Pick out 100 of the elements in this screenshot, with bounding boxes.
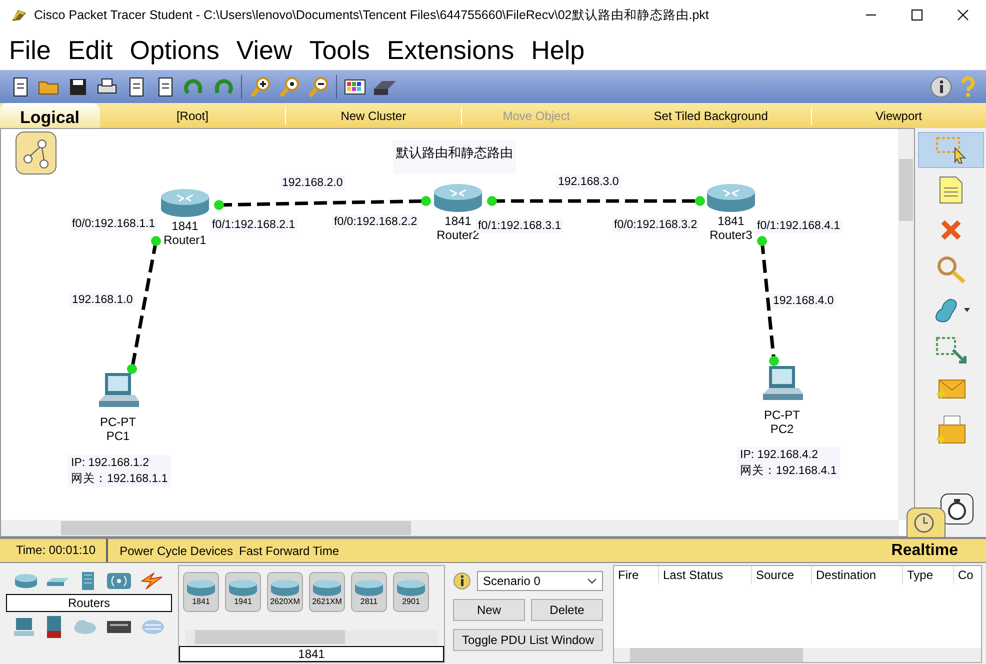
link-status-dot xyxy=(151,236,161,246)
network-label: f0/0:192.168.1.1 xyxy=(70,217,158,231)
select-tool-icon xyxy=(934,136,966,164)
column-header[interactable]: Fire xyxy=(614,566,659,584)
router-model-tile[interactable]: 1941 xyxy=(225,572,261,612)
device-model: 1841 xyxy=(444,214,472,228)
gateway-text: 网关：192.168.1.1 xyxy=(71,472,168,487)
selected-model-label: 1841 xyxy=(179,646,444,662)
clock-icon[interactable] xyxy=(906,507,946,539)
window-title: Cisco Packet Tracer Student - C:\Users\lenovo\Documents\Tencent Files\644755660\FileRecv\02默认路由和静态路由.pkt xyxy=(34,6,709,24)
menu-item[interactable]: Extensions xyxy=(386,34,514,66)
horizontal-scrollbar[interactable] xyxy=(185,630,438,644)
magnifier-icon xyxy=(934,255,966,285)
select-tool[interactable] xyxy=(918,132,984,168)
router-icon xyxy=(186,578,216,596)
device-model: 1841 xyxy=(172,219,198,233)
app-logo-icon xyxy=(10,7,28,23)
menu-item[interactable]: Tools xyxy=(309,34,370,66)
router-icon xyxy=(228,578,258,596)
network-label: f0/1:192.168.2.1 xyxy=(210,218,298,232)
router-icon xyxy=(396,578,426,596)
zoom-out-icon[interactable] xyxy=(306,74,330,98)
status-bar-button[interactable]: Fast Forward Time xyxy=(238,544,340,558)
info-icon[interactable] xyxy=(453,572,471,590)
maximize-icon[interactable] xyxy=(911,9,923,21)
device-model: PC-PT xyxy=(100,415,136,429)
workspace-bar-item[interactable]: New Cluster xyxy=(286,106,462,124)
workspace-bar-item[interactable]: Viewport xyxy=(812,106,986,124)
horizontal-scrollbar[interactable] xyxy=(614,648,981,662)
menu-item[interactable]: Options xyxy=(130,34,220,66)
logical-view-icon[interactable] xyxy=(15,131,57,175)
ip-text: IP: 192.168.1.2 xyxy=(71,456,150,471)
menu-item[interactable]: Edit xyxy=(68,34,113,66)
router-icon[interactable] xyxy=(432,182,484,214)
delete-icon xyxy=(940,219,962,241)
chevron-down-icon xyxy=(587,578,597,584)
server-category-icon[interactable] xyxy=(44,615,64,639)
column-header[interactable]: Co xyxy=(954,566,974,584)
workspace-bar-item[interactable]: Set Tiled Background xyxy=(611,106,812,124)
link-status-dot xyxy=(695,196,705,206)
lightning-icon[interactable] xyxy=(140,571,164,591)
network-label: 192.168.4.0 xyxy=(771,294,836,308)
link-status-dot xyxy=(769,356,779,366)
scenario-button[interactable]: New xyxy=(453,599,525,621)
computer-category-icon[interactable] xyxy=(12,617,36,637)
device-name: Router1 xyxy=(164,233,206,247)
gateway-text: 网关：192.168.4.1 xyxy=(740,464,837,479)
router-category-icon[interactable] xyxy=(14,572,38,590)
router-model-tile[interactable]: 2811 xyxy=(351,572,387,612)
router-icon[interactable] xyxy=(159,187,211,219)
stopwatch-icon[interactable] xyxy=(940,493,974,525)
menu-item[interactable]: Help xyxy=(531,34,585,66)
note-icon xyxy=(938,175,964,205)
router-model-tile[interactable]: 2901 xyxy=(393,572,429,612)
network-label: 192.168.3.0 xyxy=(556,175,621,189)
link-status-dot xyxy=(757,236,767,246)
column-header[interactable]: Type xyxy=(903,566,954,584)
ip-text: IP: 192.168.4.2 xyxy=(740,448,820,463)
device-model: PC-PT xyxy=(764,408,800,422)
workspace-bar-item[interactable]: [Root] xyxy=(100,106,286,124)
router-icon xyxy=(312,578,342,596)
menu-item[interactable]: View xyxy=(236,34,292,66)
menu-item[interactable]: File xyxy=(9,34,51,66)
vertical-scrollbar[interactable] xyxy=(898,129,914,520)
link-status-dot xyxy=(421,196,431,206)
zoom-reset-icon[interactable] xyxy=(277,74,301,98)
device-name: PC2 xyxy=(770,422,794,436)
device-name: PC1 xyxy=(106,429,130,443)
link-status-dot xyxy=(214,200,224,210)
realtime-mode-tab[interactable]: Realtime xyxy=(891,542,986,560)
network-label: f0/1:192.168.4.1 xyxy=(755,219,842,233)
toggle-pdu-button[interactable]: Toggle PDU List Window xyxy=(453,629,603,651)
device-name: Router3 xyxy=(710,228,752,242)
status-bar-button[interactable]: Power Cycle Devices xyxy=(120,544,233,558)
router-model-tile[interactable]: 2620XM xyxy=(267,572,303,612)
router-icon[interactable] xyxy=(705,182,757,214)
link-status-dot xyxy=(487,196,497,206)
scenario-dropdown[interactable]: Scenario 0 xyxy=(477,571,603,591)
wireless-category-icon[interactable] xyxy=(106,571,132,591)
zoom-in-icon[interactable] xyxy=(248,74,272,98)
open-envelope-icon xyxy=(934,415,966,445)
router-icon xyxy=(354,578,384,596)
scenario-button[interactable]: Delete xyxy=(531,599,603,621)
router-model-tile[interactable]: 2621XM xyxy=(309,572,345,612)
column-header[interactable]: Source xyxy=(752,566,812,584)
close-icon[interactable] xyxy=(957,9,969,21)
router-model-tile[interactable]: 1841 xyxy=(183,572,219,612)
network-label: 192.168.1.0 xyxy=(70,293,135,307)
network-label: f0/0:192.168.3.2 xyxy=(612,218,700,232)
router-icon xyxy=(270,578,300,596)
column-header[interactable]: Last Status xyxy=(659,566,752,584)
horizontal-scrollbar[interactable] xyxy=(1,520,899,536)
link-status-dot xyxy=(127,364,137,374)
category-label: Routers xyxy=(6,594,172,612)
column-header[interactable]: Destination xyxy=(812,566,903,584)
info-icon[interactable] xyxy=(929,74,953,98)
logical-tab[interactable]: Logical xyxy=(0,103,100,128)
network-label: f0/0:192.168.2.2 xyxy=(332,215,420,229)
resize-shape-icon xyxy=(934,336,966,364)
canvas-note: 默认路由和静态路由 xyxy=(393,140,516,174)
